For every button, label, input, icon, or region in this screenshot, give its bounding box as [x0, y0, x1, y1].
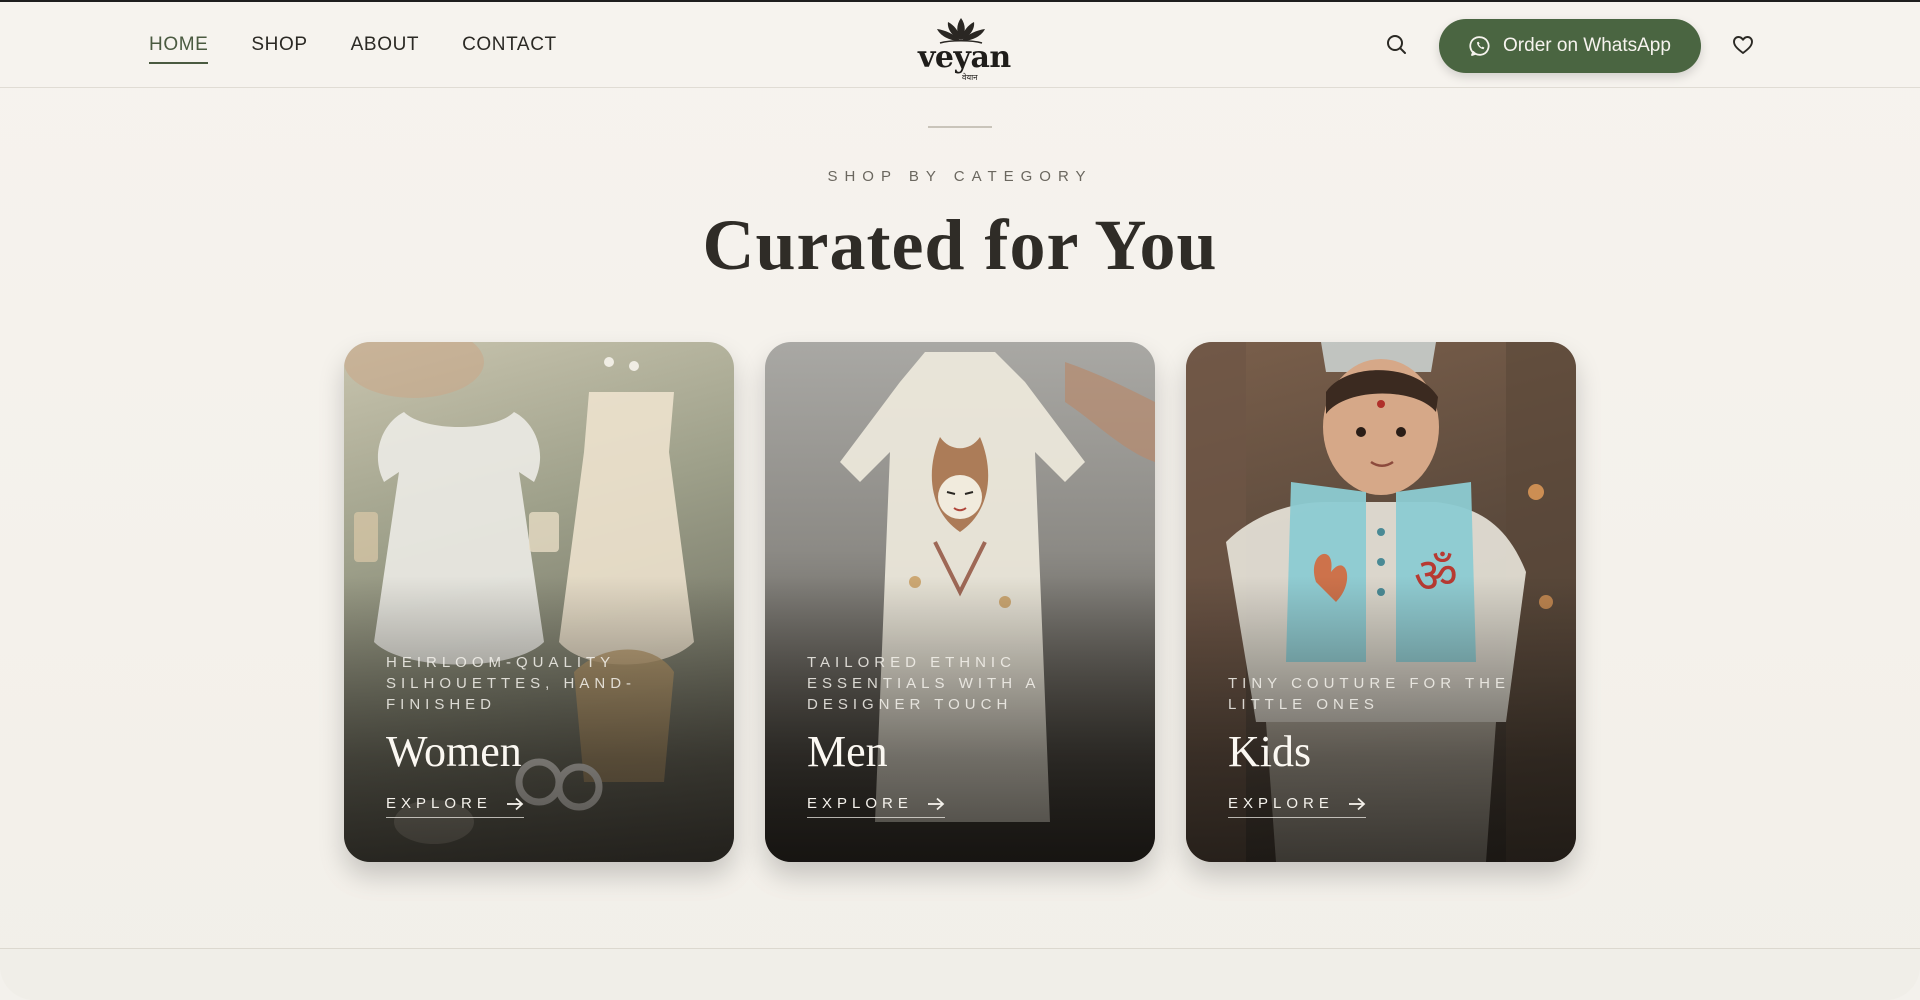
nav-contact[interactable]: CONTACT	[462, 28, 557, 62]
explore-label: EXPLORE	[1228, 795, 1334, 812]
card-text-kids: Tiny couture for the little ones Kids EX…	[1228, 673, 1546, 818]
category-tagline: Tailored ethnic essentials with a design…	[807, 654, 1040, 713]
brand-subtitle: वेयान	[962, 73, 978, 82]
category-card-kids[interactable]: ॐ Tiny couture for the little ones Kids …	[1186, 342, 1576, 862]
site-header: HOME SHOP ABOUT CONTACT veyan वेयान Orde…	[0, 2, 1920, 88]
category-tagline: Tiny couture for the little ones	[1228, 675, 1510, 713]
next-section-strip	[0, 948, 1920, 1000]
explore-label: EXPLORE	[807, 795, 913, 812]
explore-link-kids[interactable]: EXPLORE	[1228, 795, 1366, 818]
page: HOME SHOP ABOUT CONTACT veyan वेयान Orde…	[0, 0, 1920, 1000]
card-text-men: Tailored ethnic essentials with a design…	[807, 652, 1125, 818]
section-eyebrow: SHOP BY CATEGORY	[827, 168, 1093, 185]
whatsapp-icon	[1469, 36, 1490, 56]
order-whatsapp-label: Order on WhatsApp	[1503, 35, 1671, 56]
wishlist-button[interactable]	[1730, 32, 1756, 58]
nav-home[interactable]: HOME	[149, 28, 209, 64]
order-whatsapp-button[interactable]: Order on WhatsApp	[1439, 19, 1701, 73]
arrow-right-icon	[1348, 797, 1366, 810]
category-tagline: Heirloom-quality silhouettes, hand-finis…	[386, 654, 637, 713]
category-card-women[interactable]: Heirloom-quality silhouettes, hand-finis…	[344, 342, 734, 862]
search-button[interactable]	[1384, 32, 1410, 58]
explore-link-men[interactable]: EXPLORE	[807, 795, 945, 818]
explore-label: EXPLORE	[386, 795, 492, 812]
category-name: Kids	[1228, 727, 1312, 776]
heart-icon	[1733, 36, 1753, 54]
category-card-men[interactable]: Tailored ethnic essentials with a design…	[765, 342, 1155, 862]
card-text-women: Heirloom-quality silhouettes, hand-finis…	[386, 652, 704, 818]
main-nav: HOME SHOP ABOUT CONTACT	[149, 2, 557, 88]
section-title: Curated for You	[702, 205, 1218, 285]
arrow-right-icon	[506, 797, 524, 810]
section-divider	[928, 126, 992, 128]
category-name: Women	[386, 727, 522, 776]
category-cards: Heirloom-quality silhouettes, hand-finis…	[344, 342, 1576, 862]
search-icon	[1387, 35, 1406, 54]
arrow-right-icon	[927, 797, 945, 810]
nav-shop[interactable]: SHOP	[251, 28, 307, 62]
brand-wordmark: veyan	[918, 40, 1011, 75]
category-name: Men	[807, 727, 888, 776]
nav-about[interactable]: ABOUT	[351, 28, 419, 62]
brand-logo[interactable]: veyan वेयान	[918, 16, 1011, 82]
explore-link-women[interactable]: EXPLORE	[386, 795, 524, 818]
